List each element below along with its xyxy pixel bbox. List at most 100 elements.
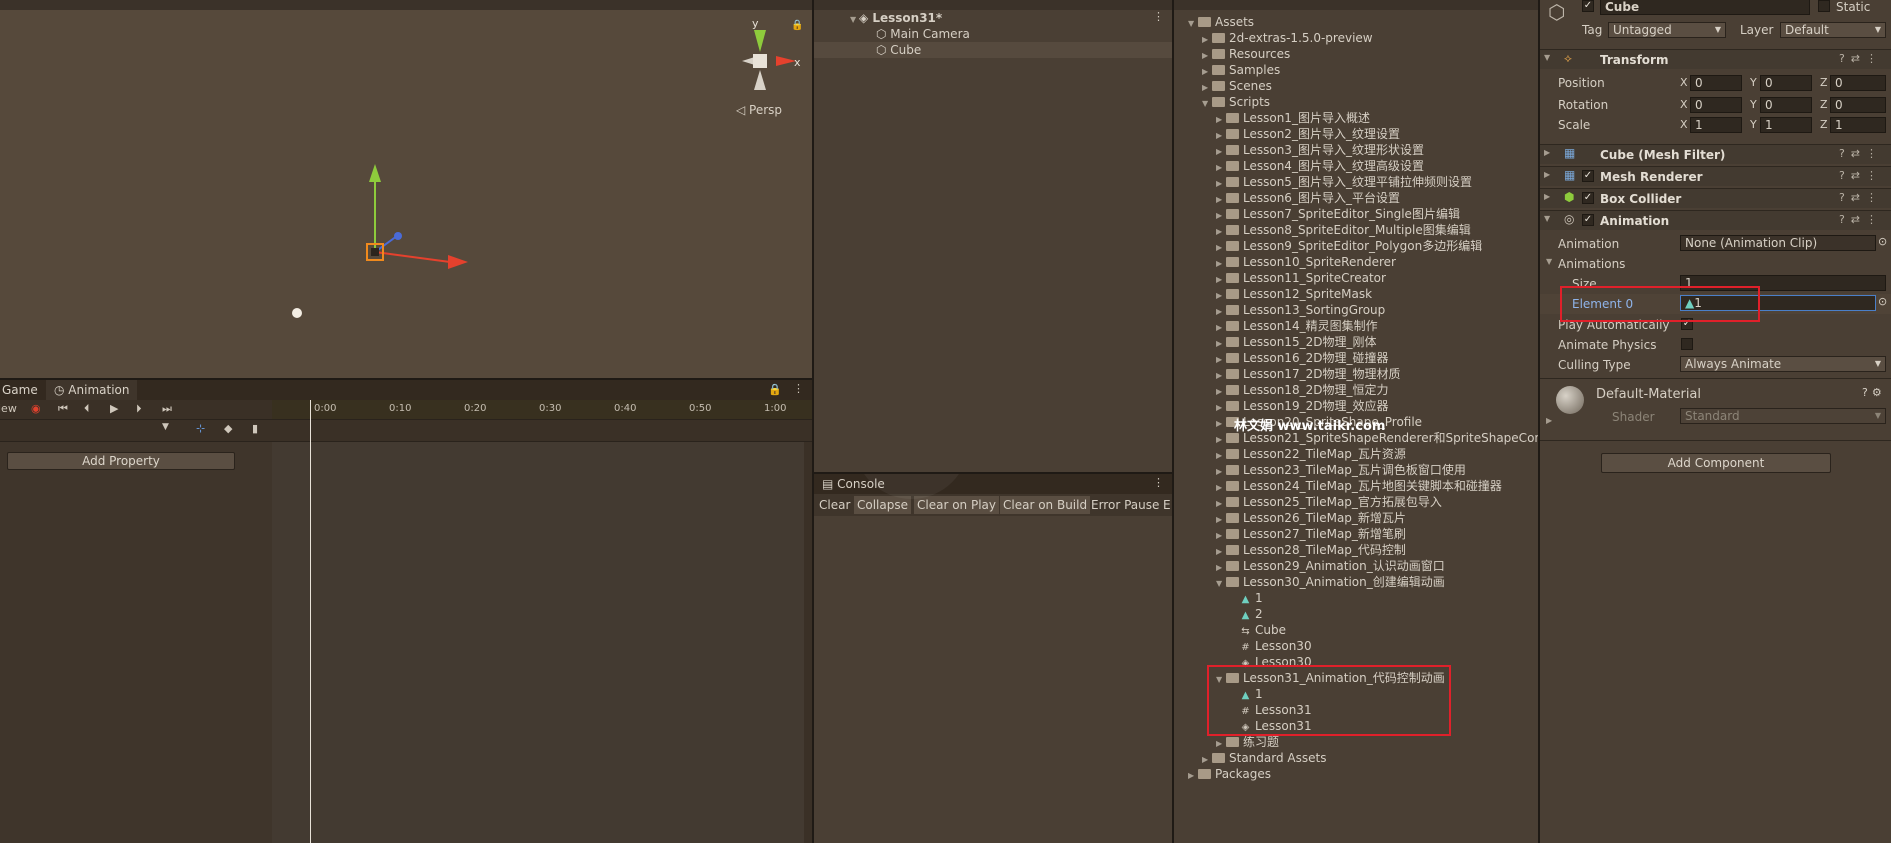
project-row-folder[interactable]: ▶ Lesson22_TileMap_瓦片资源 [1216, 446, 1406, 462]
component-menu-icons[interactable]: ?⇄⋮ [1839, 213, 1883, 226]
hierarchy-item-main-camera[interactable]: ⬡ Main Camera [876, 26, 970, 42]
project-row-folder[interactable]: ▶ Standard Assets [1202, 750, 1326, 766]
add-event-icon[interactable]: ▮ [252, 422, 258, 435]
project-row-anim[interactable]: ▲ 2 [1230, 606, 1263, 622]
animation-clip-field[interactable]: None (Animation Clip) [1680, 235, 1876, 251]
persp-label[interactable]: ◁ Persp [736, 103, 782, 117]
component-menu-icons[interactable]: ?⇄⋮ [1839, 52, 1883, 65]
rotation-x-field[interactable]: 0 [1690, 97, 1742, 113]
project-row-anim[interactable]: ▲ 1 [1230, 590, 1263, 606]
project-row-folder[interactable]: ▶ Lesson28_TileMap_代码控制 [1216, 542, 1406, 558]
enabled-checkbox[interactable]: ✓ [1582, 170, 1594, 182]
animation-component-header[interactable]: ▼ ◎ ✓ Animation ?⇄⋮ [1540, 210, 1891, 230]
time-ruler[interactable]: 0:00 0:10 0:20 0:30 0:40 0:50 1:00 [272, 400, 812, 420]
object-picker-icon[interactable]: ⊙ [1878, 235, 1887, 248]
tab-game[interactable]: Game [0, 380, 46, 400]
project-row-folder[interactable]: ▶ Lesson24_TileMap_瓦片地图关键脚本和碰撞器 [1216, 478, 1502, 494]
project-row-folder[interactable]: ▶ Lesson29_Animation_认识动画窗口 [1216, 558, 1445, 574]
box-collider-header[interactable]: ▶ ⬢ ✓ Box Collider ?⇄⋮ [1540, 188, 1891, 208]
error-pause-button[interactable]: Error Pause [1088, 496, 1162, 514]
menu-icon[interactable]: ⋮ [793, 382, 804, 395]
orientation-gizmo[interactable] [742, 30, 796, 90]
animate-physics-checkbox[interactable] [1681, 338, 1693, 350]
component-menu-icons[interactable]: ?⇄⋮ [1839, 169, 1883, 182]
position-x-field[interactable]: 0 [1690, 75, 1742, 91]
chevron-down-icon[interactable]: ▼ [1188, 16, 1198, 32]
record-icon[interactable]: ◉ [31, 402, 41, 415]
project-row-folder[interactable]: ▶ Scenes [1202, 78, 1272, 94]
project-row-folder[interactable]: ▶ Lesson9_SpriteEditor_Polygon多边形编辑 [1216, 238, 1482, 254]
project-row-folder[interactable]: ▶ Packages [1188, 766, 1271, 782]
hierarchy-scene-row[interactable]: ▼ ◈ Lesson31* [850, 10, 942, 26]
layer-dropdown[interactable]: Default ▼ [1780, 22, 1886, 38]
clear-on-build-button[interactable]: Clear on Build [1000, 496, 1091, 514]
chevron-down-icon[interactable]: ▼ [1202, 96, 1212, 112]
scale-x-field[interactable]: 1 [1690, 117, 1742, 133]
playhead[interactable] [310, 400, 311, 843]
prev-key-icon[interactable]: ⏴ [84, 402, 90, 416]
menu-icon[interactable]: ⋮ [1153, 10, 1164, 23]
project-row-folder[interactable]: ▶ Lesson14_精灵图集制作 [1216, 318, 1378, 334]
project-row-folder[interactable]: ▶ Lesson7_SpriteEditor_Single图片编辑 [1216, 206, 1460, 222]
project-row-folder[interactable]: ▶ Lesson17_2D物理_物理材质 [1216, 366, 1400, 382]
tag-dropdown[interactable]: Untagged ▼ [1608, 22, 1726, 38]
material-menu-icons[interactable]: ?⚙ [1862, 386, 1886, 399]
preview-label[interactable]: iew [0, 402, 17, 415]
tab-animation[interactable]: ◷ Animation [46, 380, 138, 400]
collapse-button[interactable]: Collapse [854, 496, 911, 514]
static-checkbox[interactable] [1818, 0, 1830, 12]
project-row-folder[interactable]: ▶ Lesson3_图片导入_纹理形状设置 [1216, 142, 1424, 158]
project-row-folder[interactable]: ▶ Samples [1202, 62, 1280, 78]
project-row-folder[interactable]: ▶ Lesson2_图片导入_纹理设置 [1216, 126, 1400, 142]
lock-icon[interactable]: 🔒 [791, 20, 803, 31]
menu-icon[interactable]: ⋮ [1153, 476, 1164, 489]
next-key-icon[interactable]: ⏵ [136, 402, 142, 416]
foldout-icon[interactable]: ▼ [1544, 53, 1550, 62]
object-name-field[interactable]: Cube [1600, 0, 1810, 15]
play-icon[interactable]: ▶ [110, 402, 118, 415]
transform-header[interactable]: ▼ ⟡ Transform ?⇄⋮ [1540, 49, 1891, 69]
material-preview[interactable] [1556, 386, 1584, 414]
active-checkbox[interactable]: ✓ [1582, 0, 1594, 12]
project-row-folder[interactable]: ▶ Lesson10_SpriteRenderer [1216, 254, 1396, 270]
clip-dropdown-icon[interactable]: ▼ [162, 422, 169, 432]
project-row-folder[interactable]: ▶ Lesson1_图片导入概述 [1216, 110, 1370, 126]
project-row-controller[interactable]: ⇆ Cube [1230, 622, 1286, 638]
project-row-folder[interactable]: ▶ Lesson6_图片导入_平台设置 [1216, 190, 1400, 206]
project-row-folder[interactable]: ▶ Lesson16_2D物理_碰撞器 [1216, 350, 1388, 366]
filter-icon[interactable]: ⊹ [196, 422, 205, 435]
project-row-folder[interactable]: ▶ Lesson19_2D物理_效应器 [1216, 398, 1388, 414]
project-row-folder[interactable]: ▶ Lesson13_SortingGroup [1216, 302, 1385, 318]
foldout-icon[interactable]: ▶ [1546, 416, 1552, 425]
project-row-folder[interactable]: ▶ Lesson5_图片导入_纹理平铺拉伸频则设置 [1216, 174, 1472, 190]
project-row-folder[interactable]: ▶ Lesson15_2D物理_刚体 [1216, 334, 1376, 350]
project-row-folder[interactable]: ▶ Lesson8_SpriteEditor_Multiple图集编辑 [1216, 222, 1471, 238]
project-row-folder[interactable]: ▼ Assets [1188, 14, 1254, 30]
shader-dropdown[interactable]: Standard ▼ [1680, 408, 1886, 424]
project-row-folder[interactable]: ▶ 练习题 [1216, 734, 1279, 750]
add-property-button[interactable]: Add Property [7, 452, 235, 470]
object-picker-icon[interactable]: ⊙ [1878, 295, 1887, 308]
timeline-scrollbar[interactable] [804, 442, 812, 843]
foldout-icon[interactable]: ▶ [1544, 170, 1550, 179]
lock-icon[interactable]: 🔒 [768, 383, 782, 396]
component-menu-icons[interactable]: ?⇄⋮ [1839, 191, 1883, 204]
event-lane[interactable] [272, 420, 812, 442]
position-y-field[interactable]: 0 [1760, 75, 1812, 91]
project-row-folder[interactable]: ▶ Resources [1202, 46, 1290, 62]
foldout-icon[interactable]: ▼ [1546, 257, 1552, 266]
editor-button[interactable]: E [1160, 496, 1172, 514]
project-row-folder[interactable]: ▶ Lesson25_TileMap_官方拓展包导入 [1216, 494, 1442, 510]
project-row-folder[interactable]: ▶ Lesson4_图片导入_纹理高级设置 [1216, 158, 1424, 174]
culling-type-dropdown[interactable]: Always Animate ▼ [1680, 356, 1886, 372]
scene-view[interactable]: y x 🔒 ◁ Persp [0, 0, 812, 378]
project-row-folder[interactable]: ▶ Lesson27_TileMap_新增笔刷 [1216, 526, 1406, 542]
project-row-folder[interactable]: ▶ Lesson18_2D物理_恒定力 [1216, 382, 1388, 398]
scale-z-field[interactable]: 1 [1830, 117, 1886, 133]
clear-button[interactable]: Clear [816, 496, 853, 514]
rotation-y-field[interactable]: 0 [1760, 97, 1812, 113]
project-row-folder[interactable]: ▼ Lesson30_Animation_创建编辑动画 [1216, 574, 1445, 590]
foldout-icon[interactable]: ▼ [1544, 214, 1550, 223]
rotation-z-field[interactable]: 0 [1830, 97, 1886, 113]
add-key-icon[interactable]: ◆ [224, 422, 232, 435]
